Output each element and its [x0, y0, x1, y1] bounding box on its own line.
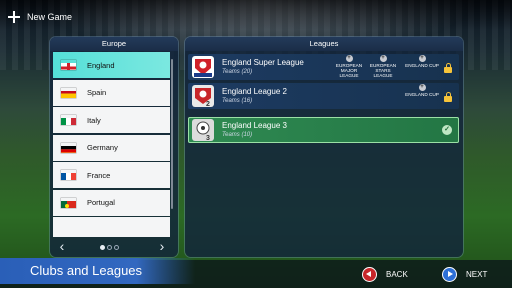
league-teams-count: Teams (20) [222, 69, 253, 75]
new-game-label: New Game [27, 12, 73, 22]
country-item-portugal[interactable]: Portugal [53, 189, 170, 216]
germany-flag-icon [61, 143, 76, 153]
checkmark-icon: ✓ [442, 125, 452, 135]
cup-england-cup: + ENGLAND CUP [405, 84, 439, 97]
cup-european-major-league: + EUROPEAN MAJOR LEAGUE [335, 55, 363, 79]
chevron-left-icon[interactable]: ‹ [54, 238, 70, 254]
screen: New Game Europe England Spain Italy Germ… [0, 0, 512, 288]
back-arrow-icon [362, 266, 377, 282]
country-item-germany[interactable]: Germany [53, 134, 170, 161]
country-name: France [87, 170, 111, 180]
lock-icon [444, 63, 452, 73]
league-item-league-2[interactable]: 2 England League 2 Teams (16) + ENGLAND C… [188, 83, 459, 109]
top-bar [0, 0, 512, 30]
next-arrow-icon [442, 266, 457, 282]
new-game-button[interactable]: New Game [8, 9, 72, 25]
chevron-right-icon[interactable]: › [154, 238, 170, 254]
league-item-super-league[interactable]: England Super League Teams (20) + EUROPEA… [188, 54, 459, 80]
country-panel: Europe England Spain Italy Germany Franc… [50, 37, 178, 257]
page-indicator [100, 245, 119, 250]
country-name: Italy [87, 115, 101, 125]
next-button[interactable]: NEXT [442, 265, 487, 283]
france-flag-icon [61, 170, 76, 180]
league-2-logo: 2 [192, 85, 214, 107]
cup-european-stars-league: + EUROPEAN STARS LEAGUE [369, 55, 397, 79]
country-list: England Spain Italy Germany France Portu… [53, 52, 170, 237]
country-name: Germany [87, 143, 118, 152]
country-item-italy[interactable]: Italy [53, 107, 170, 133]
svg-text:2: 2 [206, 101, 210, 107]
page-dot [114, 245, 119, 250]
back-button[interactable]: BACK [362, 265, 408, 283]
page-dot [107, 245, 112, 250]
country-item-spain[interactable]: Spain [53, 79, 170, 106]
italy-flag-icon [61, 115, 76, 125]
league-3-logo: 3 [192, 119, 214, 141]
plus-circle-icon: + [418, 55, 426, 62]
country-carousel: ‹ › [50, 237, 178, 257]
country-list-scrollbar[interactable] [171, 59, 173, 209]
league-teams-count: Teams (10) [222, 132, 253, 138]
league-teams-count: Teams (16) [222, 98, 253, 104]
spain-flag-icon [61, 88, 76, 98]
next-label: NEXT [466, 269, 488, 279]
country-item-england[interactable]: England [53, 52, 170, 78]
super-league-logo [192, 56, 214, 78]
plus-icon [8, 11, 20, 23]
league-name: England Super League [222, 58, 304, 67]
leagues-panel: Leagues England Super League Teams (20) … [185, 37, 463, 257]
country-name: Spain [87, 88, 107, 97]
svg-text:3: 3 [206, 135, 210, 141]
league-item-league-3[interactable]: 3 England League 3 Teams (10) ✓ [188, 117, 459, 143]
page-title: Clubs and Leagues [0, 258, 195, 284]
league-name: England League 2 [222, 87, 287, 96]
plus-circle-icon: + [379, 55, 387, 62]
plus-circle-icon: + [345, 55, 353, 62]
page-dot [100, 245, 105, 250]
leagues-panel-title: Leagues [185, 37, 463, 51]
back-label: BACK [386, 269, 408, 279]
plus-circle-icon: + [418, 84, 426, 91]
england-flag-icon [61, 60, 76, 70]
league-name: England League 3 [222, 121, 287, 130]
country-item-partial[interactable] [53, 217, 170, 237]
country-panel-title: Europe [50, 37, 178, 51]
portugal-flag-icon [61, 198, 76, 208]
country-name: England [87, 60, 115, 70]
lock-icon [444, 92, 452, 102]
country-name: Portugal [87, 198, 115, 207]
country-item-france[interactable]: France [53, 162, 170, 188]
cup-england-cup: + ENGLAND CUP [405, 55, 439, 68]
